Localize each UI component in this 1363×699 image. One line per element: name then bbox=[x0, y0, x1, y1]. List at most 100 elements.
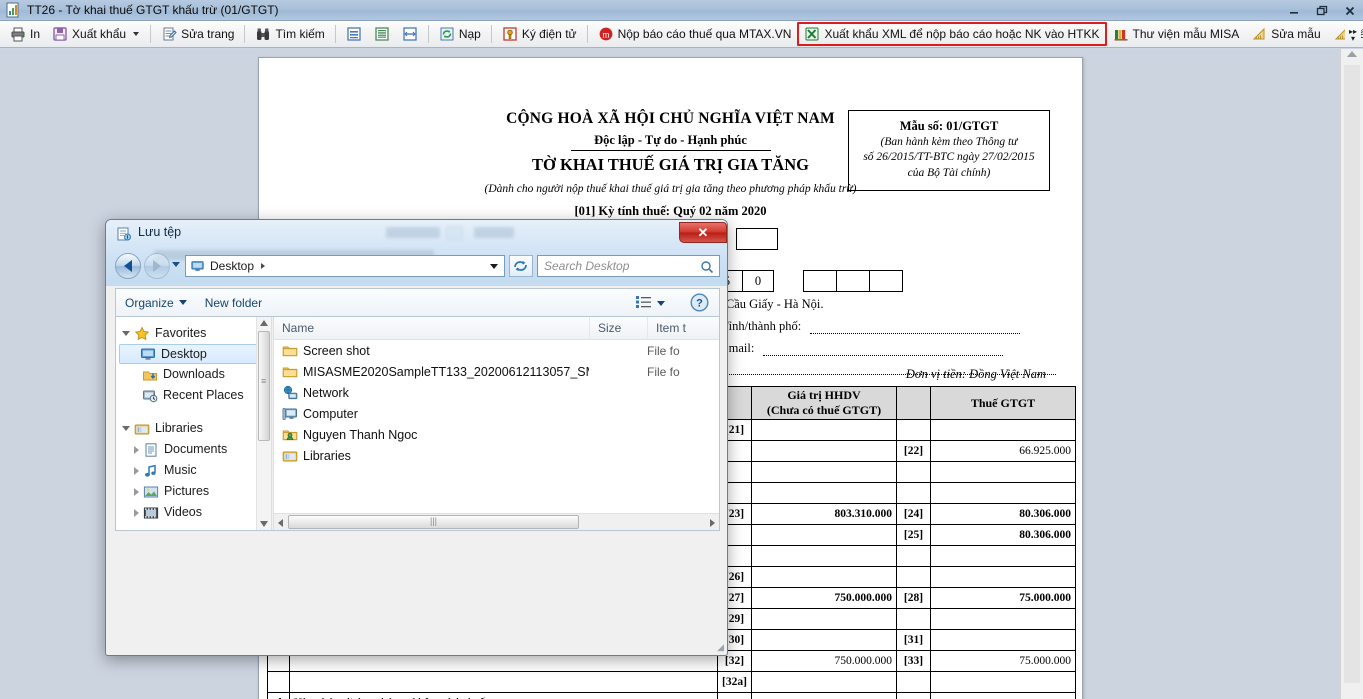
toolbar-button-edit-page[interactable]: Sửa trang bbox=[155, 23, 240, 46]
row-index-2 bbox=[896, 419, 931, 441]
binoculars-icon bbox=[255, 26, 271, 42]
chevron-down-icon[interactable] bbox=[490, 264, 498, 269]
sidebar-scrollbar-thumb[interactable] bbox=[258, 331, 270, 441]
sidebar-item-desktop[interactable]: Desktop bbox=[119, 344, 267, 364]
expander-closed-icon[interactable] bbox=[134, 487, 139, 496]
file-list-view[interactable]: Name Size Item t Screen shot File fo MISAS… bbox=[274, 317, 719, 530]
column-header-size[interactable]: Size bbox=[589, 317, 647, 340]
tax-code-digit-2[interactable]: 0 bbox=[742, 270, 774, 292]
toolbar-button-misa-template-library[interactable]: Thư viện mẫu MISA bbox=[1107, 23, 1246, 46]
scroll-up-icon[interactable] bbox=[1347, 51, 1357, 57]
svg-text:m: m bbox=[602, 29, 609, 39]
back-arrow-icon[interactable] bbox=[115, 253, 141, 279]
row-index-2 bbox=[896, 461, 931, 483]
main-toolbar: In Xuất khẩu Sửa trang Tìm kiếm Nạp Ký đ… bbox=[0, 21, 1363, 48]
sidebar-scrollbar[interactable] bbox=[256, 317, 271, 530]
organize-button[interactable]: Organize bbox=[116, 291, 196, 315]
tax-code-suffix-3[interactable] bbox=[869, 270, 904, 292]
toolbar-button-submit-mtax[interactable]: m Nộp báo cáo thuế qua MTAX.VN bbox=[592, 23, 798, 46]
scroll-up-icon[interactable] bbox=[260, 320, 268, 326]
toolbar-button-export[interactable]: Xuất khẩu bbox=[46, 23, 146, 46]
tax-code-suffix-2[interactable] bbox=[836, 270, 871, 292]
sidebar-item-pictures[interactable]: Pictures bbox=[116, 481, 271, 502]
dialog-close-button[interactable]: ✕ bbox=[679, 222, 727, 243]
page-layout-single-icon bbox=[346, 26, 362, 42]
search-input[interactable]: Search Desktop bbox=[537, 255, 720, 277]
excel-xml-icon bbox=[804, 26, 820, 42]
table-row: dHàng hóa, dịch vụ bán ra không tính thu… bbox=[267, 692, 1076, 699]
toolbar-button-digital-signature[interactable]: Ký điện tử bbox=[496, 23, 583, 46]
refresh-icon[interactable] bbox=[509, 255, 533, 277]
address-bar[interactable]: Desktop bbox=[185, 255, 505, 277]
sidebar-item-recent-places[interactable]: Recent Places bbox=[116, 385, 271, 406]
scroll-left-icon[interactable] bbox=[278, 519, 283, 527]
sidebar-item-favorites[interactable]: Favorites bbox=[116, 323, 271, 344]
history-dropdown-icon[interactable] bbox=[172, 262, 180, 267]
sidebar-item-videos[interactable]: Videos bbox=[116, 502, 271, 523]
toolbar-label: Ký điện tử bbox=[521, 27, 577, 41]
toolbar-separator bbox=[427, 25, 429, 43]
row-index-1 bbox=[717, 692, 752, 699]
tax-code-suffix-1[interactable] bbox=[803, 270, 838, 292]
desktop-icon bbox=[140, 346, 156, 362]
expander-open-icon[interactable] bbox=[122, 331, 130, 336]
toolbar-button-export-xml-htkk[interactable]: Xuất khẩu XML để nộp báo cáo hoặc NK vào… bbox=[797, 22, 1107, 46]
file-list-horizontal-scrollbar[interactable] bbox=[274, 513, 719, 530]
toolbar-label: Nạp bbox=[458, 27, 481, 41]
row-value bbox=[751, 545, 897, 567]
view-mode-button[interactable] bbox=[635, 294, 665, 312]
expander-closed-icon[interactable] bbox=[134, 445, 139, 454]
sidebar-item-libraries[interactable]: Libraries bbox=[116, 418, 271, 439]
expander-open-icon[interactable] bbox=[122, 426, 130, 431]
file-list-row[interactable]: Computer bbox=[274, 403, 719, 424]
toolbar-button-page-layout-fit[interactable] bbox=[396, 23, 424, 46]
navigation-sidebar[interactable]: Favorites Desktop Downloads Recent Places Li… bbox=[116, 317, 271, 530]
scroll-down-icon[interactable] bbox=[260, 521, 268, 527]
breadcrumb-separator-icon[interactable] bbox=[261, 263, 266, 269]
row-value bbox=[751, 440, 897, 462]
minimize-icon[interactable] bbox=[1287, 4, 1301, 18]
file-name-text: Screen shot bbox=[303, 343, 370, 358]
row-value: 803.310.000 bbox=[751, 503, 897, 525]
sidebar-item-downloads[interactable]: Downloads bbox=[116, 364, 271, 385]
chevron-down-icon[interactable] bbox=[133, 32, 140, 36]
toolbar-button-page-layout-continuous[interactable] bbox=[368, 23, 396, 46]
dialog-title-bar: Lưu tệp ✕ bbox=[106, 220, 727, 248]
file-list-row[interactable]: Network bbox=[274, 382, 719, 403]
toolbar-button-load[interactable]: Nạp bbox=[433, 23, 487, 46]
new-folder-button[interactable]: New folder bbox=[196, 291, 271, 315]
resize-grip-icon[interactable]: ◢ bbox=[712, 641, 724, 653]
file-list-row[interactable]: Libraries bbox=[274, 445, 719, 466]
row-index-2 bbox=[896, 671, 931, 693]
forward-arrow-icon[interactable] bbox=[144, 253, 170, 279]
videos-icon bbox=[143, 505, 159, 521]
toolbar-label: Xuất khẩu bbox=[72, 27, 127, 41]
column-header-item-type[interactable]: Item t bbox=[647, 317, 705, 340]
toolbar-button-edit-template[interactable]: Sửa mẫu bbox=[1245, 23, 1326, 46]
scroll-right-icon[interactable] bbox=[710, 519, 715, 527]
toolbar-button-print[interactable]: In bbox=[4, 23, 46, 46]
toolbar-overflow-icon[interactable]: ▸▸ ▾ bbox=[1345, 22, 1361, 47]
music-icon bbox=[143, 463, 159, 479]
close-icon[interactable] bbox=[1343, 4, 1357, 18]
toolbar-button-page-layout-single[interactable] bbox=[340, 23, 368, 46]
supplement-input-box[interactable] bbox=[736, 228, 779, 250]
restore-icon[interactable] bbox=[1315, 4, 1329, 18]
row-tax bbox=[930, 692, 1076, 699]
document-vertical-scrollbar[interactable] bbox=[1340, 49, 1363, 699]
expander-closed-icon[interactable] bbox=[134, 466, 139, 475]
horizontal-scrollbar-thumb[interactable] bbox=[288, 515, 579, 529]
sidebar-item-music[interactable]: Music bbox=[116, 460, 271, 481]
file-list-row[interactable]: Screen shot File fo bbox=[274, 340, 719, 361]
row-value bbox=[751, 461, 897, 483]
file-list-row[interactable]: MISASME2020SampleTT133_20200612113057_SM… bbox=[274, 361, 719, 382]
file-list-row[interactable]: Nguyen Thanh Ngoc bbox=[274, 424, 719, 445]
column-header-name[interactable]: Name bbox=[274, 317, 589, 340]
sidebar-item-documents[interactable]: Documents bbox=[116, 439, 271, 460]
scrollbar-track[interactable] bbox=[1344, 65, 1360, 683]
toolbar-button-search[interactable]: Tìm kiếm bbox=[249, 23, 330, 46]
header-tax: Thuế GTGT bbox=[930, 386, 1076, 420]
help-icon[interactable]: ? bbox=[690, 293, 709, 312]
expander-closed-icon[interactable] bbox=[134, 508, 139, 517]
search-icon[interactable] bbox=[700, 260, 714, 274]
